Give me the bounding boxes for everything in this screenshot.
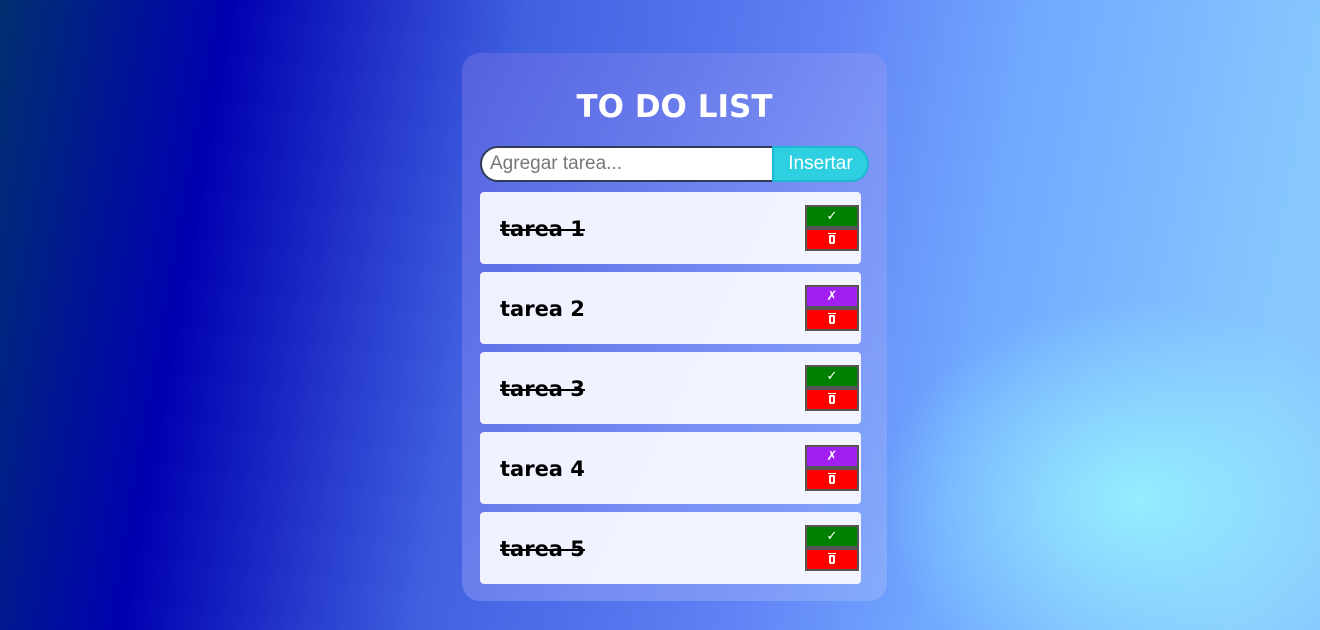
toggle-complete-button[interactable]: ✓	[805, 525, 859, 548]
delete-button[interactable]	[805, 548, 859, 571]
task-item: tarea 1 ✓	[480, 192, 861, 264]
task-actions: ✗	[805, 445, 859, 491]
add-task-form: Insertar	[480, 146, 869, 182]
cross-icon: ✗	[826, 289, 838, 304]
cross-icon: ✗	[826, 449, 838, 464]
task-item: tarea 4 ✗	[480, 432, 861, 504]
todo-card: TO DO LIST Insertar tarea 1 ✓ tarea 2 ✗	[462, 53, 887, 601]
task-label: tarea 5	[500, 537, 585, 561]
delete-button[interactable]	[805, 308, 859, 331]
toggle-complete-button[interactable]: ✓	[805, 365, 859, 388]
insert-button[interactable]: Insertar	[772, 146, 869, 182]
trash-icon	[828, 233, 836, 244]
task-item: tarea 5 ✓	[480, 512, 861, 584]
trash-icon	[828, 393, 836, 404]
task-label: tarea 1	[500, 217, 585, 241]
task-actions: ✓	[805, 365, 859, 411]
check-icon: ✓	[826, 209, 838, 224]
task-label: tarea 4	[500, 457, 585, 481]
task-actions: ✓	[805, 525, 859, 571]
delete-button[interactable]	[805, 228, 859, 251]
task-input[interactable]	[480, 146, 774, 182]
toggle-complete-button[interactable]: ✗	[805, 445, 859, 468]
trash-icon	[828, 553, 836, 564]
task-actions: ✗	[805, 285, 859, 331]
task-item: tarea 2 ✗	[480, 272, 861, 344]
task-label: tarea 3	[500, 377, 585, 401]
trash-icon	[828, 313, 836, 324]
trash-icon	[828, 473, 836, 484]
task-label: tarea 2	[500, 297, 585, 321]
delete-button[interactable]	[805, 468, 859, 491]
check-icon: ✓	[826, 529, 838, 544]
toggle-complete-button[interactable]: ✗	[805, 285, 859, 308]
toggle-complete-button[interactable]: ✓	[805, 205, 859, 228]
task-list: tarea 1 ✓ tarea 2 ✗ tarea 3 ✓ tarea 4 ✗ …	[480, 192, 861, 592]
delete-button[interactable]	[805, 388, 859, 411]
task-actions: ✓	[805, 205, 859, 251]
task-item: tarea 3 ✓	[480, 352, 861, 424]
page-title: TO DO LIST	[576, 89, 773, 125]
check-icon: ✓	[826, 369, 838, 384]
